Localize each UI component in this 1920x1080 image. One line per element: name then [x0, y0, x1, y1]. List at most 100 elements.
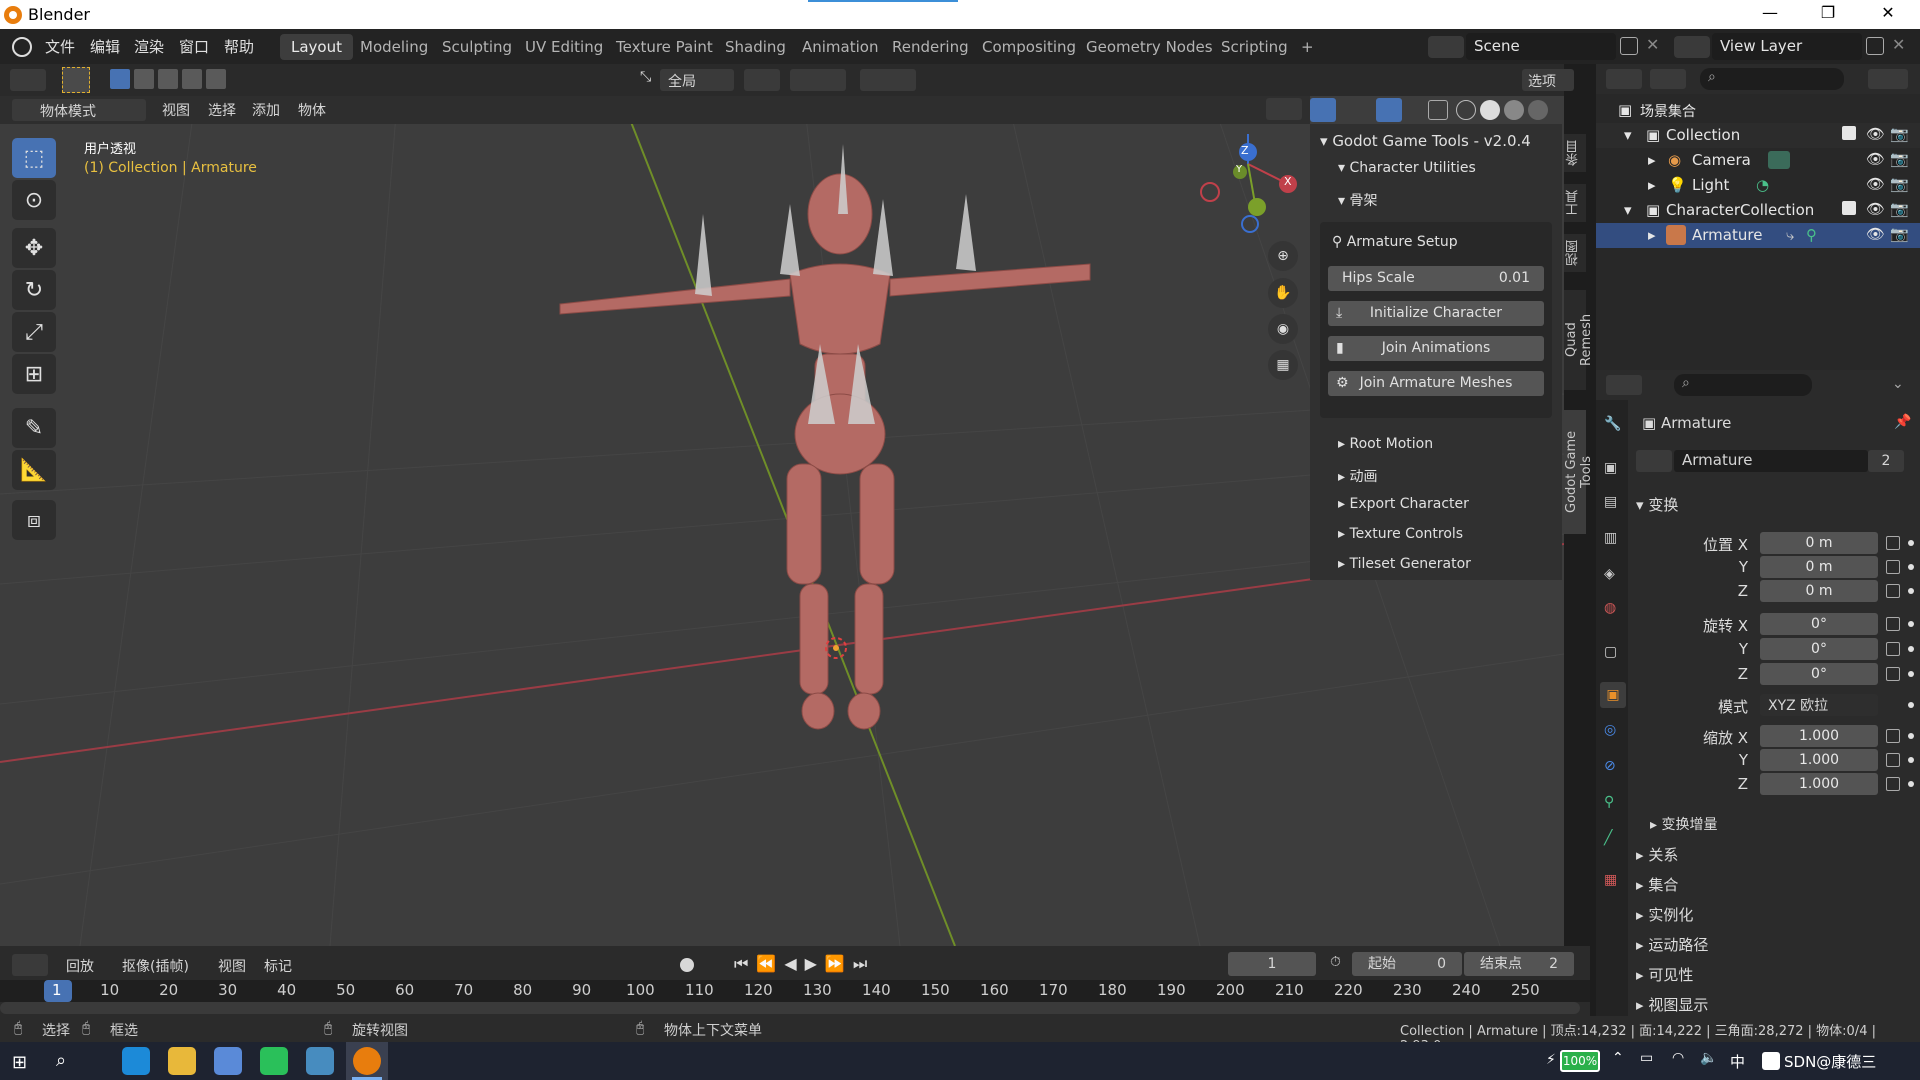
lock-icon[interactable] — [1886, 560, 1900, 574]
ortho-grid-icon[interactable]: ▦ — [1268, 350, 1298, 380]
minimize-icon[interactable]: — — [1758, 3, 1782, 22]
join-armature-meshes-button[interactable]: ⚙ Join Armature Meshes — [1328, 371, 1544, 396]
collection-tab-icon[interactable]: ▢ — [1604, 644, 1617, 660]
gizmo-z-label[interactable]: Z — [1241, 144, 1249, 157]
light-data-icon[interactable]: ◔ — [1756, 176, 1769, 194]
rotation-z-field[interactable]: 0° — [1760, 663, 1878, 685]
overlay-toggle-icon[interactable] — [1376, 98, 1402, 122]
transform-panel-header[interactable]: ▾ 变换 — [1636, 494, 1678, 515]
object-browse-icon[interactable] — [1636, 450, 1672, 472]
wechat-icon[interactable] — [260, 1047, 288, 1075]
menu-window[interactable]: 窗口 — [179, 36, 209, 57]
root-motion-header[interactable]: ▸ Root Motion — [1338, 436, 1590, 452]
side-tab-godot-game-tools[interactable]: Godot Game Tools — [1564, 410, 1594, 534]
eye-icon[interactable]: 👁 — [1866, 175, 1885, 193]
delta-transform-header[interactable]: ▸ 变换增量 — [1650, 814, 1717, 834]
edge-browser-icon[interactable] — [122, 1047, 150, 1075]
camera-render-icon[interactable]: 📷 — [1890, 125, 1909, 143]
proportional-edit-icon[interactable] — [860, 69, 916, 91]
instancing-panel-header[interactable]: ▸ 实例化 — [1636, 904, 1693, 925]
scene-name-field[interactable]: Scene — [1466, 33, 1616, 60]
tab-layout[interactable]: Layout — [280, 34, 353, 60]
collections-panel-header[interactable]: ▸ 集合 — [1636, 874, 1678, 895]
transform-orientation-dropdown[interactable]: 全局 — [660, 69, 734, 91]
expand-icon[interactable]: ▸ — [1648, 151, 1656, 169]
close-icon[interactable]: ✕ — [1876, 3, 1900, 22]
record-icon[interactable] — [680, 958, 694, 972]
delete-scene-icon[interactable]: ✕ — [1646, 35, 1659, 54]
initialize-character-button[interactable]: ⤓ Initialize Character — [1328, 301, 1544, 326]
world-tab-icon[interactable]: ◍ — [1604, 600, 1616, 616]
outliner-editor-type-icon[interactable] — [1606, 69, 1642, 89]
menu-help[interactable]: 帮助 — [224, 36, 254, 57]
display-mode-icon[interactable] — [1650, 69, 1686, 89]
lock-icon[interactable] — [1886, 777, 1900, 791]
chevron-down-icon[interactable]: ⌄ — [1892, 376, 1904, 392]
tab-modeling[interactable]: Modeling — [349, 34, 439, 60]
texture-tab-icon[interactable]: ▦ — [1604, 872, 1617, 888]
keyframe-dot-icon[interactable] — [1908, 702, 1914, 708]
timeline-menu-playback[interactable]: 回放 — [66, 956, 94, 976]
outliner-row-armature[interactable]: ▸ Armature ⤷ ⚲ 👁 📷 — [1596, 223, 1920, 248]
viewport-display-panel-header[interactable]: ▸ 视图显示 — [1636, 994, 1708, 1015]
view-layer-field[interactable]: View Layer — [1712, 33, 1862, 60]
volume-icon[interactable]: 🔈 — [1700, 1050, 1717, 1066]
gizmo-toggle-icon[interactable] — [1310, 98, 1336, 122]
object-tab-icon[interactable]: ▣ — [1600, 682, 1626, 708]
rotation-y-field[interactable]: 0° — [1760, 638, 1878, 660]
expand-icon[interactable]: ▸ — [1648, 226, 1656, 244]
snap-icon[interactable] — [790, 69, 846, 91]
gizmo-y-label[interactable]: Y — [1236, 164, 1242, 175]
menu-render[interactable]: 渲染 — [134, 36, 164, 57]
skeleton-header[interactable]: ▾ 骨架 — [1338, 190, 1590, 210]
outliner-search-input[interactable]: ⌕ — [1700, 68, 1844, 90]
playback-controls[interactable]: ⏮⏪◀▶⏩⏭ — [734, 954, 875, 974]
keyframe-dot-icon[interactable] — [1908, 733, 1914, 739]
scene-selector-icon[interactable] — [1428, 36, 1464, 58]
relations-panel-header[interactable]: ▸ 关系 — [1636, 844, 1678, 865]
snipping-tool-icon[interactable] — [214, 1047, 242, 1075]
current-frame-field[interactable]: 1 — [1228, 952, 1316, 976]
gizmo-x-label[interactable]: X — [1284, 175, 1292, 188]
tool-move-icon[interactable]: ✥ — [12, 228, 56, 268]
side-tab-item[interactable]: 条目 — [1564, 134, 1586, 172]
battery-indicator[interactable]: 100% — [1560, 1050, 1600, 1072]
motion-paths-panel-header[interactable]: ▸ 运动路径 — [1636, 934, 1708, 955]
lock-icon[interactable] — [1886, 536, 1900, 550]
keyframe-dot-icon[interactable] — [1908, 588, 1914, 594]
windows-start-icon[interactable]: ⊞ — [12, 1052, 32, 1073]
side-tab-view[interactable]: 视图 — [1564, 234, 1586, 272]
keyframe-dot-icon[interactable] — [1908, 621, 1914, 627]
timeline-menu-keying[interactable]: 抠像(插帧) — [122, 956, 189, 976]
properties-search-input[interactable]: ⌕ — [1674, 374, 1812, 396]
users-count[interactable]: 2 — [1868, 450, 1904, 472]
filter-icon[interactable] — [1868, 69, 1908, 89]
view-layer-selector-icon[interactable] — [1674, 36, 1710, 58]
lock-icon[interactable] — [1886, 667, 1900, 681]
include-checkbox[interactable] — [1842, 126, 1856, 140]
add-workspace-button[interactable]: + — [1290, 34, 1325, 60]
keyframe-dot-icon[interactable] — [1908, 781, 1914, 787]
camera-data-icon[interactable] — [1768, 151, 1790, 169]
eye-icon[interactable]: 👁 — [1866, 225, 1885, 243]
tool-cursor-icon[interactable]: ⊙ — [12, 180, 56, 220]
options-dropdown[interactable]: 选项 — [1522, 69, 1574, 91]
tool-measure-icon[interactable]: 📐 — [12, 450, 56, 490]
expand-icon[interactable]: ▸ — [1648, 176, 1656, 194]
keyframe-dot-icon[interactable] — [1908, 646, 1914, 652]
rendered-shading-icon[interactable] — [1528, 100, 1548, 120]
select-mode-subtract-icon[interactable] — [158, 69, 178, 89]
menu-edit[interactable]: 编辑 — [90, 36, 120, 57]
include-checkbox[interactable] — [1842, 201, 1856, 215]
delete-view-layer-icon[interactable]: ✕ — [1892, 35, 1905, 54]
ime-indicator[interactable]: 中 — [1730, 1051, 1745, 1072]
animation-header[interactable]: ▸ 动画 — [1338, 466, 1590, 486]
pan-hand-icon[interactable]: ✋ — [1268, 278, 1298, 308]
lock-icon[interactable] — [1886, 617, 1900, 631]
wireframe-shading-icon[interactable] — [1456, 100, 1476, 120]
pose-icon[interactable]: ⤷ — [1786, 226, 1794, 244]
viewport-menu-view[interactable]: 视图 — [162, 100, 190, 120]
armature-data-icon[interactable]: ⚲ — [1806, 226, 1817, 244]
tab-shading[interactable]: Shading — [714, 34, 797, 60]
select-mode-intersect-icon[interactable] — [206, 69, 226, 89]
